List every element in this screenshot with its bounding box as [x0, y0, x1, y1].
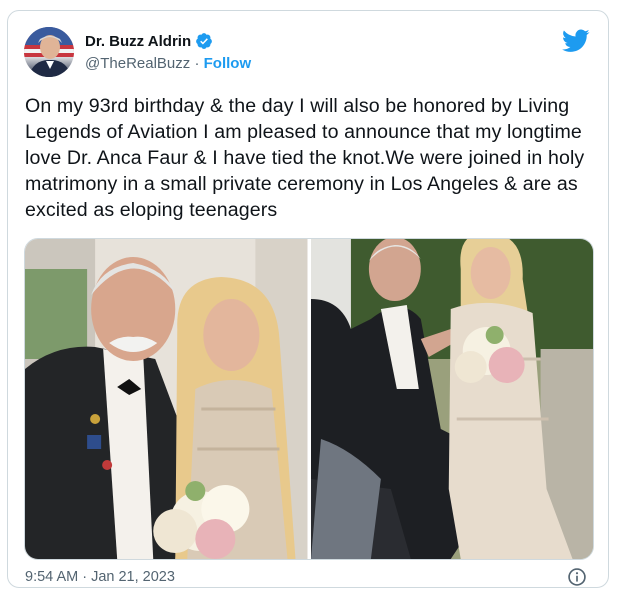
info-icon[interactable] — [567, 567, 587, 587]
separator-dot: · — [190, 55, 204, 72]
photo-couple-portrait[interactable] — [25, 239, 308, 559]
author-name-row: Dr. Buzz Aldrin — [85, 32, 213, 50]
author-display-name[interactable]: Dr. Buzz Aldrin — [85, 33, 191, 50]
twitter-bird-icon[interactable] — [562, 29, 590, 53]
author-handle-row: @TheRealBuzz · Follow — [85, 55, 251, 72]
avatar-portrait — [24, 27, 74, 77]
tweet-text: On my 93rd birthday & the day I will als… — [25, 95, 585, 221]
follow-button[interactable]: Follow — [204, 55, 252, 72]
verified-badge-icon — [196, 33, 212, 49]
avatar[interactable] — [24, 27, 74, 77]
tweet-media[interactable] — [24, 238, 594, 560]
tweet-card: Dr. Buzz Aldrin @TheRealBuzz · Follow On… — [7, 10, 609, 588]
tweet-timestamp[interactable]: 9:54 AM · Jan 21, 2023 — [25, 569, 175, 585]
author-handle[interactable]: @TheRealBuzz — [85, 55, 190, 72]
photo-left-image — [25, 239, 308, 559]
photo-couple-seated-ceremony[interactable] — [310, 239, 593, 559]
photo-right-image — [310, 239, 593, 559]
